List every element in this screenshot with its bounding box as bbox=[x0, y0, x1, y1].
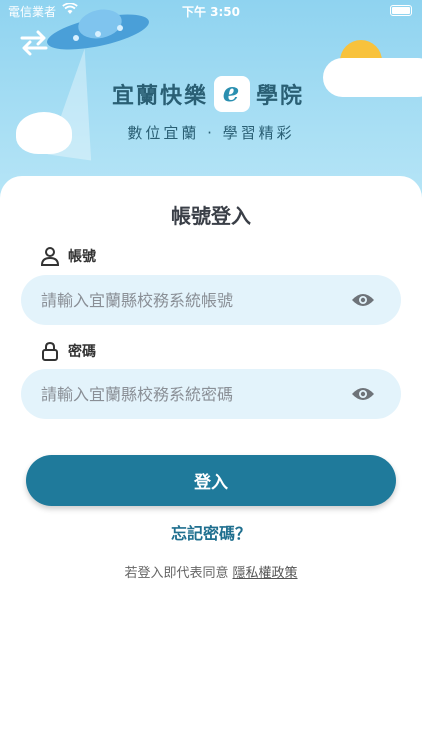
eye-icon[interactable] bbox=[351, 386, 375, 402]
ufo-illustration bbox=[47, 9, 149, 50]
page-title: 帳號登入 bbox=[171, 204, 251, 228]
account-label: 帳號 bbox=[40, 246, 96, 266]
eye-icon[interactable] bbox=[351, 292, 375, 308]
app-title: 宜蘭快樂 e 學院 bbox=[112, 76, 304, 112]
logo-icon: e bbox=[214, 76, 251, 112]
account-input[interactable] bbox=[41, 275, 341, 325]
privacy-agreement: 若登入即代表同意 隱私權政策 bbox=[124, 566, 298, 581]
battery-icon bbox=[390, 5, 412, 16]
lock-icon bbox=[42, 341, 58, 361]
account-field[interactable] bbox=[21, 275, 401, 325]
login-button[interactable]: 登入 bbox=[26, 455, 396, 506]
forgot-password-link[interactable]: 忘記密碼？ bbox=[0, 520, 422, 544]
switch-icon[interactable] bbox=[18, 30, 50, 56]
app-subtitle: 數位宜蘭 · 學習精彩 bbox=[127, 124, 295, 142]
password-input[interactable] bbox=[41, 369, 341, 419]
privacy-policy-link[interactable]: 隱私權政策 bbox=[233, 566, 298, 581]
password-field[interactable] bbox=[21, 369, 401, 419]
cloud-illustration bbox=[325, 60, 422, 95]
user-icon bbox=[40, 247, 60, 266]
password-label: 密碼 bbox=[40, 341, 96, 361]
